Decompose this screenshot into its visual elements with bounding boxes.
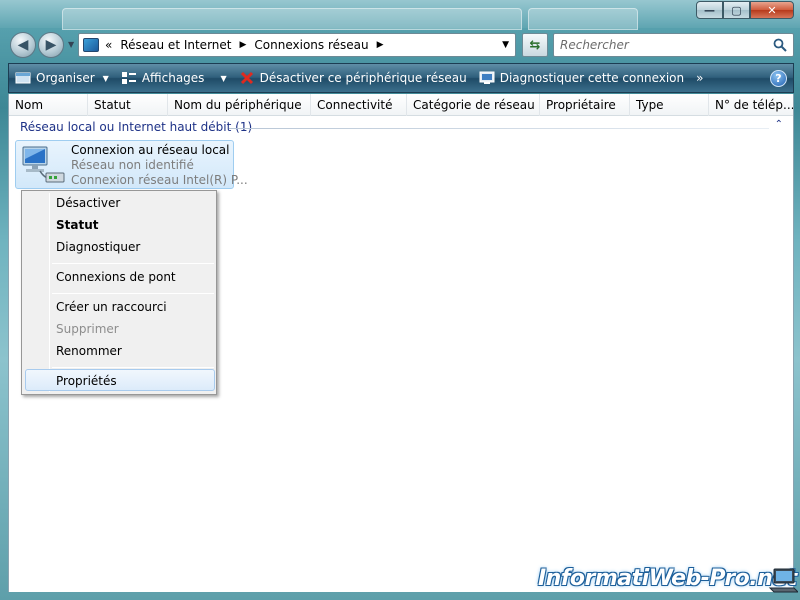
connection-status: Réseau non identifié: [71, 158, 194, 172]
address-dropdown-icon[interactable]: ▼: [502, 40, 509, 50]
diagnose-connection-button[interactable]: Diagnostiquer cette connexion: [473, 64, 690, 92]
disable-device-label: Désactiver ce périphérique réseau: [259, 71, 467, 85]
organize-icon: [15, 72, 31, 84]
window-controls: — ▢ ✕: [696, 1, 794, 19]
column-header-device-name[interactable]: Nom du périphérique: [168, 94, 311, 116]
network-adapter-icon: [22, 146, 65, 183]
menu-item-properties[interactable]: Propriétés: [56, 374, 117, 388]
views-label: Affichages: [141, 71, 205, 85]
recent-pages-dropdown-icon[interactable]: ▼: [68, 40, 74, 49]
menu-item-rename[interactable]: Renommer: [56, 344, 122, 358]
breadcrumb-separator-icon[interactable]: ▶: [239, 40, 246, 50]
help-icon: ?: [775, 72, 782, 85]
background-window-title: [62, 8, 522, 30]
context-menu: Désactiver Statut Diagnostiquer Connexio…: [21, 190, 217, 395]
minimize-button[interactable]: —: [696, 1, 723, 19]
column-header-name[interactable]: Nom: [9, 94, 88, 116]
connection-name: Connexion au réseau local: [71, 143, 230, 157]
refresh-button[interactable]: ⇆: [522, 33, 548, 57]
column-header-connectivity[interactable]: Connectivité: [311, 94, 407, 116]
menu-item-disable[interactable]: Désactiver: [56, 196, 120, 210]
forward-arrow-icon: ▶: [45, 37, 57, 53]
watermark-text: InformatiWeb-Pro.net: [538, 566, 797, 591]
column-headers: Nom Statut Nom du périphérique Connectiv…: [9, 94, 793, 116]
menu-separator: [52, 293, 214, 294]
views-icon: [121, 72, 136, 84]
group-divider: [229, 128, 769, 129]
command-bar: Organiser ▼ Affichages ▼ Désactiver ce p…: [8, 63, 794, 93]
menu-item-delete: Supprimer: [56, 322, 119, 336]
views-button[interactable]: Affichages ▼: [115, 64, 233, 92]
organize-label: Organiser: [36, 71, 95, 85]
address-overflow[interactable]: «: [105, 38, 112, 52]
address-bar[interactable]: « Réseau et Internet ▶ Connexions réseau…: [78, 33, 516, 57]
organize-button[interactable]: Organiser ▼: [9, 64, 115, 92]
column-header-type[interactable]: Type: [630, 94, 709, 116]
back-button[interactable]: ◀: [10, 32, 36, 58]
search-icon[interactable]: [773, 38, 787, 52]
breadcrumb-network-connections[interactable]: Connexions réseau: [254, 38, 368, 52]
laptop-logo-icon: [768, 568, 798, 593]
menu-item-highlight: [25, 369, 215, 391]
window-frame: — ▢ ✕ ◀ ▶ ▼ « Réseau et Internet ▶ Conne…: [0, 0, 800, 600]
column-header-owner[interactable]: Propriétaire: [540, 94, 630, 116]
group-label: Réseau local ou Internet haut débit (1): [20, 120, 253, 134]
diagnose-connection-label: Diagnostiquer cette connexion: [499, 71, 685, 85]
navigation-row: ◀ ▶ ▼ « Réseau et Internet ▶ Connexions …: [8, 30, 794, 60]
maximize-icon: ▢: [731, 3, 742, 17]
chevron-down-icon: ▼: [220, 73, 227, 83]
column-header-phone-number[interactable]: N° de télép...: [709, 94, 793, 116]
breadcrumb-separator-icon[interactable]: ▶: [377, 40, 384, 50]
menu-item-create-shortcut[interactable]: Créer un raccourci: [56, 300, 167, 314]
chevron-down-icon: ▼: [102, 73, 109, 83]
collapse-chevron-icon[interactable]: ⌃: [775, 119, 783, 130]
connection-device: Connexion réseau Intel(R) P...: [71, 173, 248, 187]
column-header-network-category[interactable]: Catégorie de réseau: [407, 94, 540, 116]
network-folder-icon: [83, 38, 99, 52]
menu-item-bridge-connections[interactable]: Connexions de pont: [56, 270, 176, 284]
menu-separator: [52, 367, 214, 368]
red-x-icon: [240, 71, 253, 85]
menu-gutter: [49, 193, 50, 392]
menu-item-diagnose[interactable]: Diagnostiquer: [56, 240, 140, 254]
close-icon: ✕: [767, 3, 777, 17]
refresh-icon: ⇆: [529, 37, 541, 53]
menu-separator: [52, 263, 214, 264]
background-window-tab: [528, 8, 638, 30]
minimize-icon: —: [704, 3, 715, 17]
search-input[interactable]: [560, 38, 765, 52]
search-box: [553, 33, 794, 57]
menu-item-status[interactable]: Statut: [56, 218, 99, 232]
forward-button[interactable]: ▶: [38, 32, 64, 58]
more-commands-button[interactable]: »: [690, 64, 709, 92]
help-button[interactable]: ?: [770, 70, 787, 87]
back-arrow-icon: ◀: [17, 37, 29, 53]
breadcrumb-network-internet[interactable]: Réseau et Internet: [120, 38, 231, 52]
chevron-double-right-icon: »: [696, 71, 704, 85]
group-header[interactable]: Réseau local ou Internet haut débit (1) …: [9, 118, 793, 136]
local-area-connection-item[interactable]: Connexion au réseau local Réseau non ide…: [15, 140, 248, 189]
close-button[interactable]: ✕: [750, 1, 794, 19]
column-header-status[interactable]: Statut: [88, 94, 168, 116]
diagnose-icon: [479, 71, 495, 84]
maximize-button[interactable]: ▢: [723, 1, 750, 19]
disable-device-button[interactable]: Désactiver ce périphérique réseau: [233, 64, 473, 92]
